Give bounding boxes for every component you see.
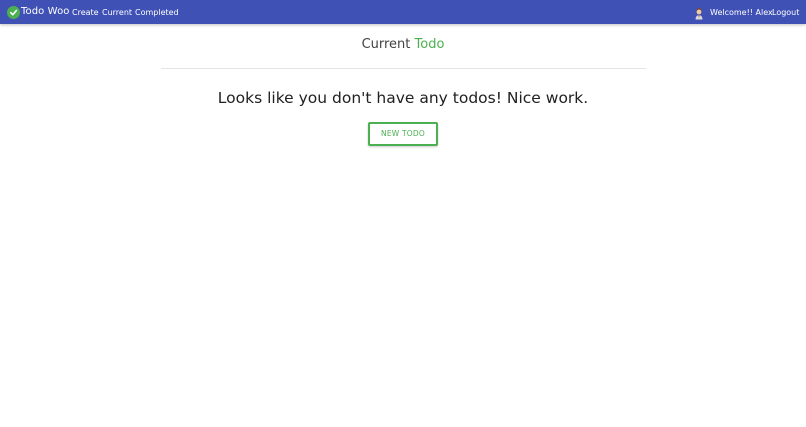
nav-create[interactable]: Create bbox=[72, 7, 99, 18]
top-navbar: Todo Woo Create Current Completed Welcom… bbox=[0, 0, 806, 24]
check-circle-icon bbox=[7, 5, 20, 19]
nav-completed[interactable]: Completed bbox=[135, 7, 179, 18]
page-title: Current Todo bbox=[0, 37, 806, 53]
brand-name: Todo Woo bbox=[21, 6, 70, 17]
nav-current[interactable]: Current bbox=[102, 7, 132, 18]
page-title-prefix: Current bbox=[361, 37, 411, 52]
page-title-accent: Todo bbox=[414, 37, 445, 52]
new-todo-button[interactable]: NEW TODO bbox=[368, 122, 438, 146]
divider bbox=[161, 68, 646, 69]
welcome-text: Welcome!! Alex bbox=[710, 8, 773, 17]
brand-link[interactable]: Todo Woo bbox=[7, 5, 70, 19]
logout-link[interactable]: Logout bbox=[772, 7, 799, 18]
user-avatar-icon bbox=[694, 5, 704, 20]
empty-state-message: Looks like you don't have any todos! Nic… bbox=[217, 89, 589, 107]
